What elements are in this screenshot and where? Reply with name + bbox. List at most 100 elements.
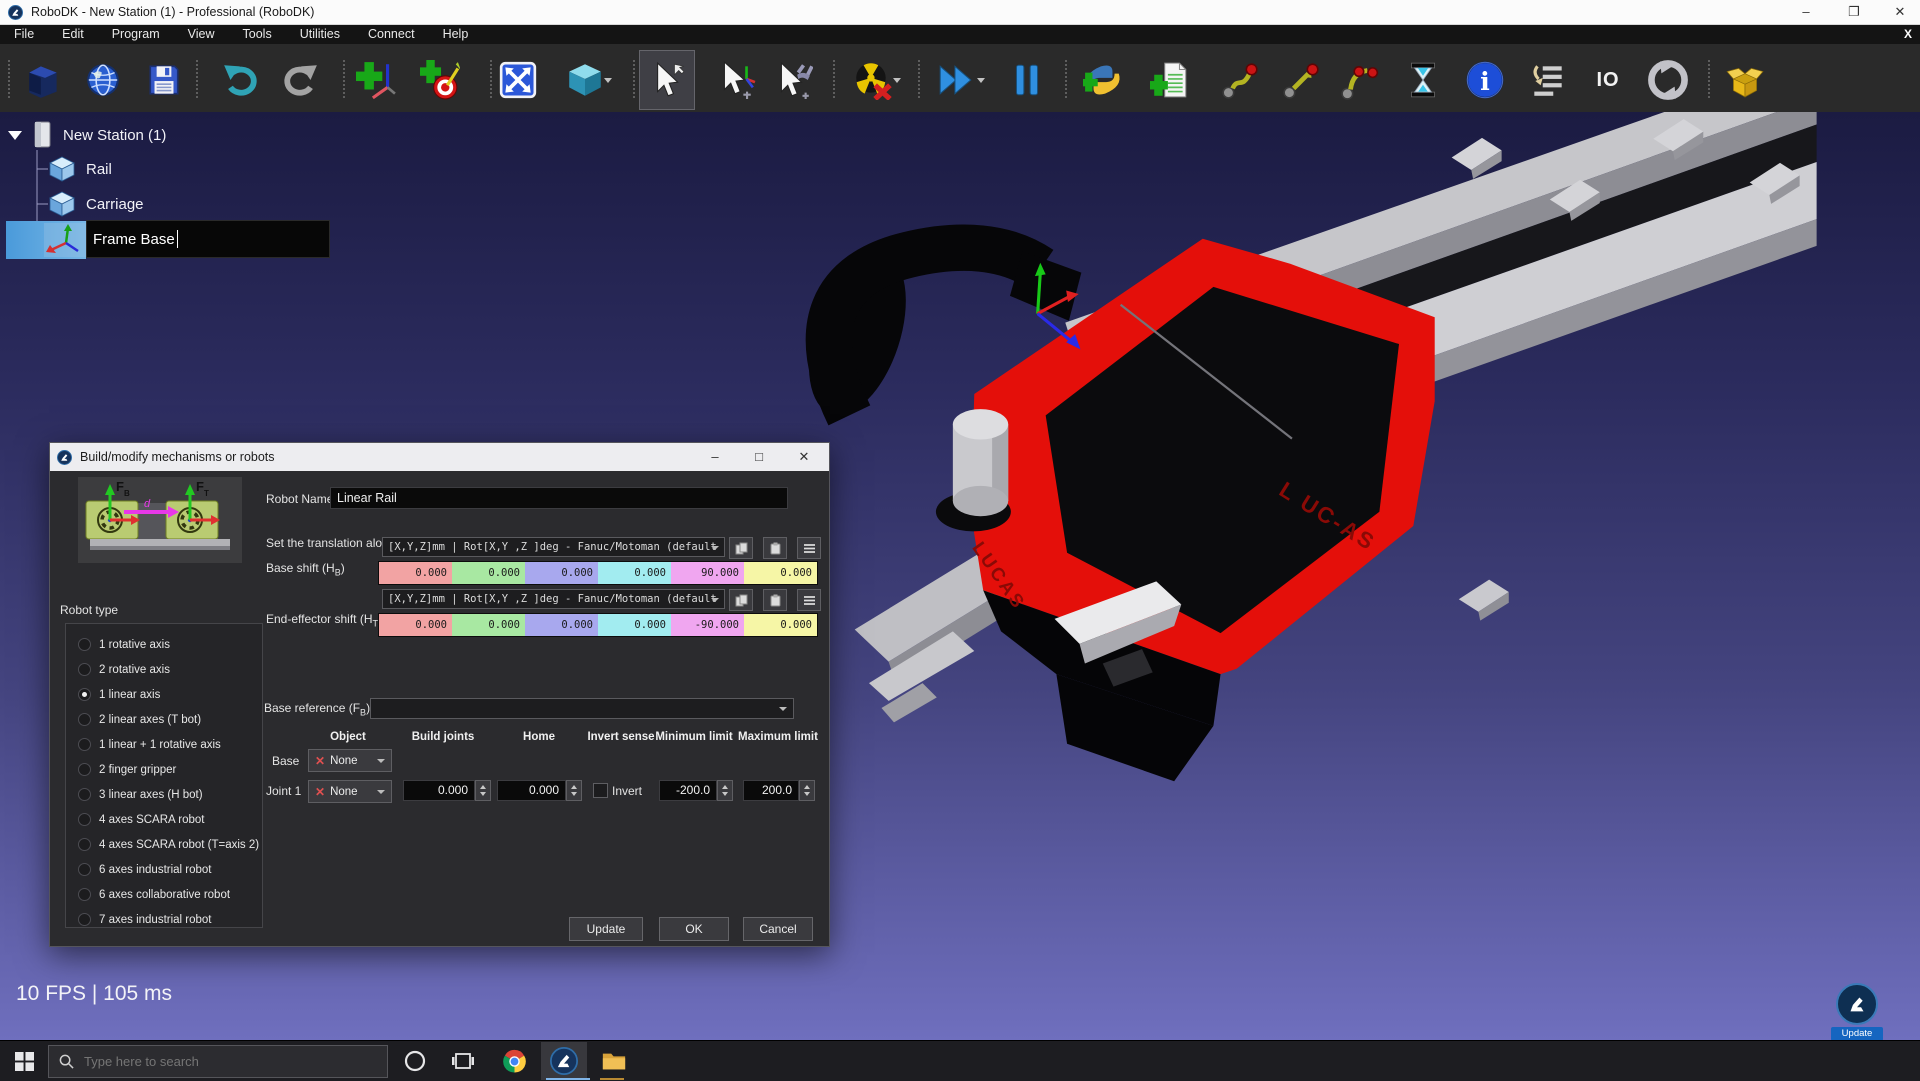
joint1-build-stepper[interactable] (475, 780, 491, 801)
ee-shift-ry[interactable]: -90.000 (671, 614, 744, 636)
radio-icon[interactable] (78, 638, 91, 651)
joint1-min-stepper[interactable] (717, 780, 733, 801)
radio-icon[interactable] (78, 888, 91, 901)
tree-item-rail[interactable]: Rail (48, 155, 112, 183)
base-shift-rz[interactable]: 0.000 (744, 562, 817, 584)
expander-icon[interactable] (8, 131, 22, 140)
tree-item-station[interactable]: New Station (1) (8, 122, 166, 148)
joint1-build-value[interactable]: 0.000 (403, 780, 475, 801)
add-python-program-icon[interactable] (1079, 56, 1127, 104)
update-button[interactable]: Update (569, 917, 643, 941)
toolbar-grip[interactable] (1065, 60, 1070, 98)
base-shift-rx[interactable]: 0.000 (598, 562, 671, 584)
restore-button[interactable]: ❐ (1834, 0, 1874, 24)
run-fast-icon[interactable] (932, 56, 980, 104)
joint1-max-limit[interactable]: 200.0 (743, 780, 799, 801)
robot-type-option[interactable]: 2 rotative axis (78, 657, 258, 682)
show-info-icon[interactable]: i (1461, 56, 1509, 104)
wait-instruction-icon[interactable] (1399, 56, 1447, 104)
radio-icon[interactable] (78, 838, 91, 851)
ee-shift-x[interactable]: 0.000 (379, 614, 452, 636)
robot-name-input[interactable]: Linear Rail (330, 487, 788, 509)
add-target-icon[interactable] (416, 56, 464, 104)
joint1-home-stepper[interactable] (566, 780, 582, 801)
paste-pose-button[interactable] (763, 589, 787, 611)
base-shift-z[interactable]: 0.000 (525, 562, 598, 584)
select-cursor-icon[interactable] (641, 56, 689, 104)
task-view-icon[interactable] (443, 1045, 483, 1077)
isometric-view-icon[interactable] (561, 56, 609, 104)
view-dropdown-caret[interactable] (604, 78, 612, 83)
toolbar-grip[interactable] (1708, 60, 1713, 98)
show-instructions-icon[interactable] (1524, 56, 1572, 104)
robot-type-option[interactable]: 1 rotative axis (78, 632, 258, 657)
move-circular-icon[interactable] (1336, 56, 1384, 104)
toolbar-grip[interactable] (343, 60, 348, 98)
move-reference-icon[interactable] (712, 56, 760, 104)
ok-button[interactable]: OK (659, 917, 729, 941)
save-station-icon[interactable] (140, 56, 188, 104)
synchronize-icon[interactable] (1644, 56, 1692, 104)
robot-type-option[interactable]: 1 linear + 1 rotative axis (78, 732, 258, 757)
pause-icon[interactable] (1003, 56, 1051, 104)
menu-view[interactable]: View (174, 25, 229, 44)
robot-type-option[interactable]: 2 linear axes (T bot) (78, 707, 258, 732)
collision-dropdown-caret[interactable] (893, 78, 901, 83)
radio-icon[interactable] (78, 688, 91, 701)
copy-pose-button[interactable] (729, 589, 753, 611)
radio-icon[interactable] (78, 913, 91, 926)
menu-tools[interactable]: Tools (229, 25, 286, 44)
dialog-maximize-button[interactable]: □ (744, 445, 774, 469)
toolbar-grip[interactable] (833, 60, 838, 98)
toolbar-grip[interactable] (8, 60, 13, 98)
dialog-close-button[interactable]: ✕ (789, 445, 819, 469)
joint1-home-value[interactable]: 0.000 (497, 780, 566, 801)
robodk-update-badge-icon[interactable] (1836, 983, 1878, 1025)
minimize-button[interactable]: – (1786, 0, 1826, 24)
base-shift-ry[interactable]: 90.000 (671, 562, 744, 584)
robot-type-option[interactable]: 3 linear axes (H bot) (78, 782, 258, 807)
export-package-icon[interactable] (1721, 56, 1769, 104)
add-reference-frame-icon[interactable] (352, 56, 400, 104)
move-joint-icon[interactable] (1216, 56, 1264, 104)
file-explorer-icon[interactable] (594, 1045, 634, 1077)
start-button[interactable] (4, 1045, 44, 1077)
menu-help[interactable]: Help (429, 25, 483, 44)
check-collisions-icon[interactable] (848, 56, 896, 104)
redo-icon[interactable] (276, 56, 324, 104)
robot-type-option-selected[interactable]: 1 linear axis (78, 682, 258, 707)
cortana-icon[interactable] (395, 1045, 435, 1077)
tree-item-carriage[interactable]: Carriage (48, 190, 144, 218)
tree-item-rename-input[interactable]: Frame Base (86, 220, 330, 258)
radio-icon[interactable] (78, 738, 91, 751)
joint1-max-stepper[interactable] (799, 780, 815, 801)
chrome-icon[interactable] (494, 1045, 534, 1077)
robodk-taskbar-icon[interactable] (544, 1045, 584, 1077)
base-object-dropdown[interactable]: ✕ None (308, 749, 392, 772)
move-tool-icon[interactable] (769, 56, 817, 104)
fit-to-screen-icon[interactable] (494, 56, 542, 104)
set-io-icon[interactable]: IO (1584, 56, 1632, 104)
menu-program[interactable]: Program (98, 25, 174, 44)
ee-shift-rx[interactable]: 0.000 (598, 614, 671, 636)
cancel-button[interactable]: Cancel (743, 917, 813, 941)
base-shift-format-dropdown[interactable]: [X,Y,Z]mm | Rot[X,Y ,Z ]deg - Fanuc/Moto… (382, 537, 725, 557)
toolbar-grip[interactable] (918, 60, 923, 98)
robot-type-option[interactable]: 6 axes collaborative robot (78, 882, 258, 907)
radio-icon[interactable] (78, 713, 91, 726)
radio-icon[interactable] (78, 763, 91, 776)
joint1-invert-checkbox[interactable] (593, 783, 608, 798)
base-reference-dropdown[interactable] (370, 698, 794, 719)
close-button[interactable]: ✕ (1880, 0, 1920, 24)
undo-icon[interactable] (217, 56, 265, 104)
pose-options-menu-button[interactable] (797, 589, 821, 611)
robot-type-option[interactable]: 4 axes SCARA robot (78, 807, 258, 832)
copy-pose-button[interactable] (729, 537, 753, 559)
base-shift-y[interactable]: 0.000 (452, 562, 525, 584)
robot-type-option[interactable]: 2 finger gripper (78, 757, 258, 782)
robot-type-option[interactable]: 7 axes industrial robot (78, 907, 258, 932)
run-dropdown-caret[interactable] (977, 78, 985, 83)
joint1-min-limit[interactable]: -200.0 (659, 780, 717, 801)
ee-shift-z[interactable]: 0.000 (525, 614, 598, 636)
update-notification[interactable]: Update (1831, 1027, 1883, 1041)
